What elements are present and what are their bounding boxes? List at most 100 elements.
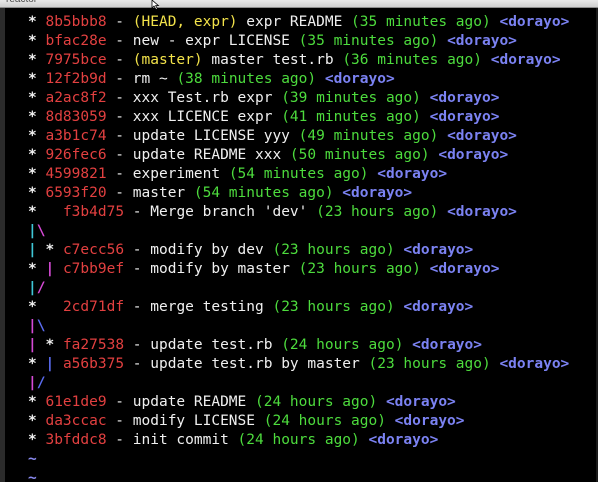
graph-segment: | (28, 337, 37, 353)
separator: - (124, 204, 151, 220)
graph-segment: * (28, 147, 37, 163)
graph-segment: * (28, 90, 37, 106)
log-line: * | a56b375 - update test.rb by master (… (28, 355, 569, 374)
separator: - (106, 90, 133, 106)
relative-time: (50 minutes ago) (289, 147, 430, 163)
pager-tilde: ~ (28, 451, 37, 467)
log-line: | * c7ecc56 - modify by dev (23 hours ag… (28, 241, 569, 260)
log-line: * 7975bce - (master) master test.rb (36 … (28, 51, 569, 70)
git-log-output: * 8b5bbb8 - (HEAD, expr) expr README (35… (28, 13, 569, 482)
relative-time: (36 minutes ago) (342, 52, 482, 68)
separator: - (124, 261, 151, 277)
relative-time: (23 hours ago) (368, 356, 491, 372)
commit-hash: 926fec6 (45, 147, 107, 163)
log-line: * | c7bb9ef - modify by master (23 hours… (28, 260, 569, 279)
commit-author: <dorayo> (420, 261, 500, 277)
window-title: reactor (6, 0, 37, 5)
relative-time: (38 minutes ago) (176, 71, 317, 87)
graph-segment: * (28, 14, 37, 30)
commit-message: init commit (132, 432, 238, 448)
graph-segment: * (28, 109, 37, 125)
graph-segment: * (28, 299, 37, 315)
log-line: * 2cd71df - merge testing (23 hours ago)… (28, 298, 569, 317)
graph-segment: | (28, 375, 37, 391)
graph-segment: | (45, 356, 63, 372)
graph-segment: / (36, 280, 46, 296)
pager-tilde: ~ (28, 470, 37, 482)
commit-hash: 4599821 (45, 166, 107, 182)
commit-hash: da3ccac (45, 413, 107, 429)
log-line: * a2ac8f2 - xxx Test.rb expr (39 minutes… (28, 89, 569, 108)
commit-hash: a2ac8f2 (45, 90, 107, 106)
graph-segment: * (28, 52, 37, 68)
graph-segment: | (28, 280, 37, 296)
log-line: * 8d83059 - xxx LICENCE expr (41 minutes… (28, 108, 569, 127)
log-line: * f3b4d75 - Merge branch 'dev' (23 hours… (28, 203, 569, 222)
commit-author: <dorayo> (368, 166, 448, 182)
graph-segment: | (45, 261, 63, 277)
separator: - (124, 299, 151, 315)
commit-hash: 7975bce (45, 52, 107, 68)
commit-message: update test.rb (150, 337, 282, 353)
commit-message: Merge branch 'dev' (150, 204, 317, 220)
separator: - (106, 413, 133, 429)
log-line: * 61e1de9 - update README (24 hours ago)… (28, 393, 569, 412)
relative-time: (23 hours ago) (272, 242, 395, 258)
separator: - (106, 147, 133, 163)
relative-time: (39 minutes ago) (281, 90, 421, 106)
commit-message: update LICENSE yyy (132, 128, 299, 144)
log-line: | * fa27538 - update test.rb (24 hours a… (28, 336, 569, 355)
log-line: * 926fec6 - update README xxx (50 minute… (28, 146, 569, 165)
commit-hash: 3bfddc8 (45, 432, 107, 448)
graph-segment: | (28, 223, 37, 239)
commit-hash: fa27538 (62, 337, 125, 353)
separator: - (106, 128, 133, 144)
ref-names: (HEAD, expr) (132, 14, 238, 30)
commit-author: <dorayo> (420, 90, 500, 106)
relative-time: (35 minutes ago) (351, 14, 491, 30)
commit-message: modify by dev (150, 242, 273, 258)
commit-author: <dorayo> (385, 413, 465, 429)
separator: - (106, 394, 133, 410)
commit-hash: 6593f20 (45, 185, 107, 201)
commit-message: experiment (132, 166, 229, 182)
commit-message: update README (132, 394, 255, 410)
separator: - (124, 337, 151, 353)
log-line: |\ (28, 222, 569, 241)
graph-segment: * (36, 242, 63, 258)
commit-hash: 61e1de9 (45, 394, 107, 410)
graph-segment: / (36, 375, 46, 391)
log-line: |/ (28, 279, 569, 298)
commit-hash: f3b4d75 (62, 204, 125, 220)
separator: - (106, 52, 133, 68)
commit-author: <dorayo> (490, 356, 570, 372)
commit-hash: a3b1c74 (45, 128, 107, 144)
relative-time: (54 minutes ago) (228, 166, 369, 182)
relative-time: (49 minutes ago) (298, 128, 439, 144)
graph-segment: * (28, 413, 37, 429)
log-line: * 3bfddc8 - init commit (24 hours ago) <… (28, 431, 569, 450)
log-line: * da3ccac - modify LICENSE (24 hours ago… (28, 412, 569, 431)
commit-author: <dorayo> (420, 109, 500, 125)
relative-time: (41 minutes ago) (281, 109, 421, 125)
graph-segment: | (28, 242, 37, 258)
log-line: * 12f2b9d - rm ~ (38 minutes ago) <doray… (28, 70, 569, 89)
commit-author: <dorayo> (333, 185, 413, 201)
relative-time: (24 hours ago) (237, 432, 360, 448)
pager-empty-line: ~ (28, 450, 569, 469)
separator: - (106, 109, 133, 125)
commit-hash: 2cd71df (62, 299, 125, 315)
commit-hash: c7bb9ef (62, 261, 125, 277)
graph-segment: \ (36, 223, 46, 239)
window-titlebar[interactable]: reactor (0, 0, 598, 8)
graph-segment: * (28, 166, 37, 182)
relative-time: (23 hours ago) (298, 261, 421, 277)
log-line: * 4599821 - experiment (54 minutes ago) … (28, 165, 569, 184)
separator: - (106, 71, 133, 87)
commit-hash: 12f2b9d (45, 71, 107, 87)
relative-time: (24 hours ago) (281, 337, 404, 353)
terminal-window[interactable]: reactor * 8b5bbb8 - (HEAD, expr) expr RE… (0, 0, 598, 482)
commit-author: <dorayo> (482, 52, 561, 68)
commit-message: master (132, 185, 194, 201)
graph-segment: * (36, 337, 63, 353)
